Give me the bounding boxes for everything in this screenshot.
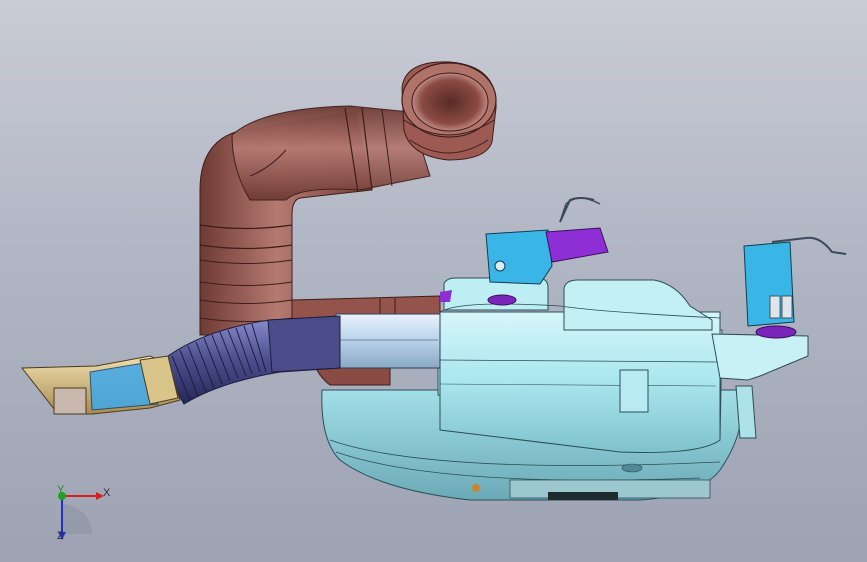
coordinate-triad: X Y Z — [40, 478, 120, 548]
duct-inlet[interactable] — [401, 61, 497, 161]
connector-pipe[interactable] — [335, 313, 441, 369]
x-axis-label: X — [103, 487, 111, 499]
cad-viewport[interactable]: X Y Z — [0, 0, 867, 562]
3d-model[interactable] — [0, 0, 867, 562]
corrugated-hose[interactable] — [159, 315, 341, 405]
inlet-nozzle[interactable] — [20, 355, 181, 415]
mounting-bracket-right[interactable] — [743, 236, 847, 327]
z-axis-label: Z — [57, 530, 64, 542]
y-axis-label: Y — [57, 484, 65, 496]
